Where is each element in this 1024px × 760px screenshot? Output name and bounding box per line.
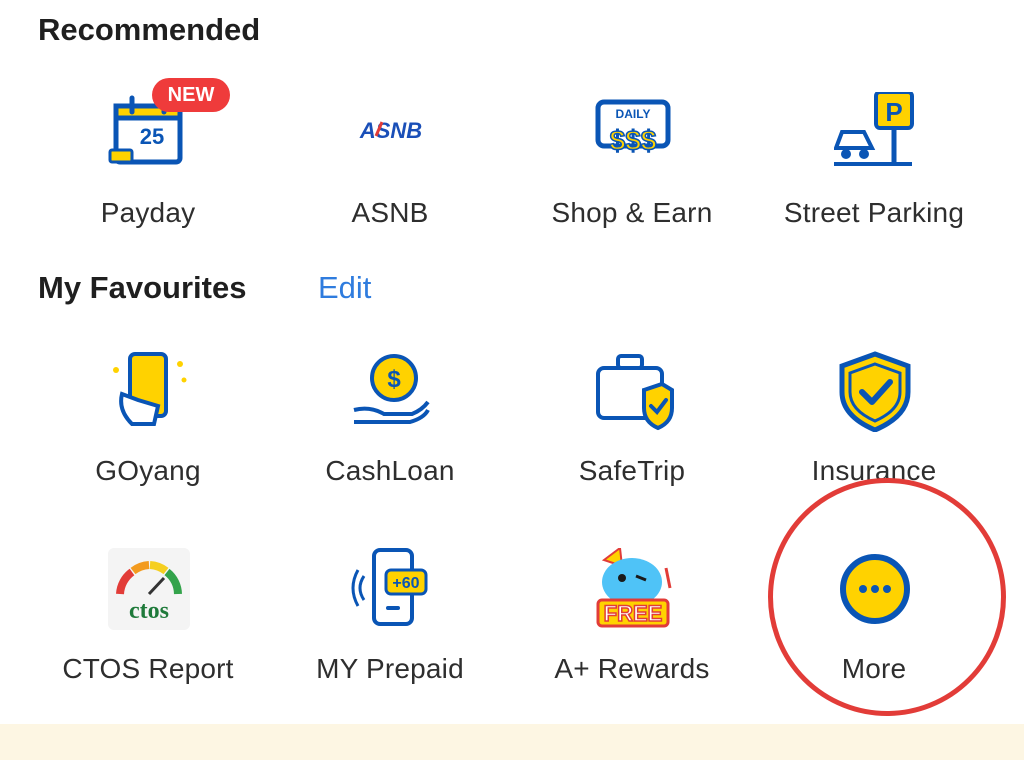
prepaid-phone-icon: +60: [350, 548, 432, 630]
free-mascot-icon: FREE: [592, 548, 674, 630]
more-label: More: [841, 653, 907, 684]
shield-check-icon: [834, 350, 916, 432]
recommended-title: Recommended: [38, 12, 261, 47]
favourites-row-1: GOyang $ CashLoan SafeTrip Insurance: [0, 350, 1024, 510]
cashloan-tile[interactable]: $ CashLoan: [270, 350, 510, 510]
goyang-tile[interactable]: GOyang: [28, 350, 268, 510]
a-plus-rewards-tile[interactable]: FREE A+ Rewards: [512, 548, 752, 708]
street-parking-tile[interactable]: P Street Parking: [754, 92, 994, 252]
ctos-report-tile[interactable]: ctos CTOS Report: [28, 548, 268, 708]
my-prepaid-label: MY Prepaid: [316, 653, 464, 684]
recommended-row: 25 Payday NEW ASNB ASNB DAILY $$$ Shop &…: [0, 78, 1024, 252]
asnb-tile[interactable]: ASNB ASNB: [270, 92, 510, 252]
cashloan-label: CashLoan: [325, 455, 455, 486]
payday-label: Payday: [100, 197, 196, 228]
asnb-label: ASNB: [351, 197, 429, 228]
svg-text:FREE: FREE: [604, 601, 663, 626]
ctos-logo-icon: ctos: [108, 548, 190, 630]
svg-text:25: 25: [140, 124, 164, 149]
shop-earn-tile[interactable]: DAILY $$$ Shop & Earn: [512, 92, 752, 252]
svg-text:+60: +60: [392, 575, 419, 592]
safetrip-tile[interactable]: SafeTrip: [512, 350, 752, 510]
bottom-banner: [0, 724, 1024, 760]
phone-hand-icon: [108, 350, 190, 432]
luggage-shield-icon: [592, 350, 674, 432]
insurance-tile[interactable]: Insurance: [754, 350, 994, 510]
shop-earn-label: Shop & Earn: [551, 197, 713, 228]
street-parking-label: Street Parking: [783, 197, 965, 228]
daily-dollar-icon: DAILY $$$: [592, 92, 674, 174]
svg-text:ASNB: ASNB: [359, 118, 422, 143]
svg-text:$: $: [387, 366, 401, 393]
favourites-row-2: ctos CTOS Report +60 MY Prepaid FREE A+ …: [0, 548, 1024, 708]
cash-coin-hand-icon: $: [350, 350, 432, 432]
new-badge: NEW: [152, 78, 230, 112]
street-parking-icon: P: [834, 92, 916, 174]
asnb-logo-icon: ASNB: [350, 92, 432, 174]
more-tile[interactable]: More: [754, 548, 994, 708]
payday-tile[interactable]: 25 Payday: [28, 92, 268, 252]
my-prepaid-tile[interactable]: +60 MY Prepaid: [270, 548, 510, 708]
svg-text:P: P: [885, 97, 902, 127]
edit-favourites-link[interactable]: Edit: [318, 270, 371, 306]
insurance-label: Insurance: [811, 455, 937, 486]
ctos-report-label: CTOS Report: [62, 653, 234, 684]
svg-text:ctos: ctos: [129, 598, 169, 624]
svg-text:DAILY: DAILY: [616, 107, 651, 121]
goyang-label: GOyang: [95, 455, 201, 486]
favourites-title: My Favourites: [38, 270, 247, 305]
safetrip-label: SafeTrip: [578, 455, 686, 486]
svg-text:$$$: $$$: [610, 125, 657, 156]
a-plus-rewards-label: A+ Rewards: [554, 653, 710, 684]
more-dots-icon: [834, 548, 916, 630]
